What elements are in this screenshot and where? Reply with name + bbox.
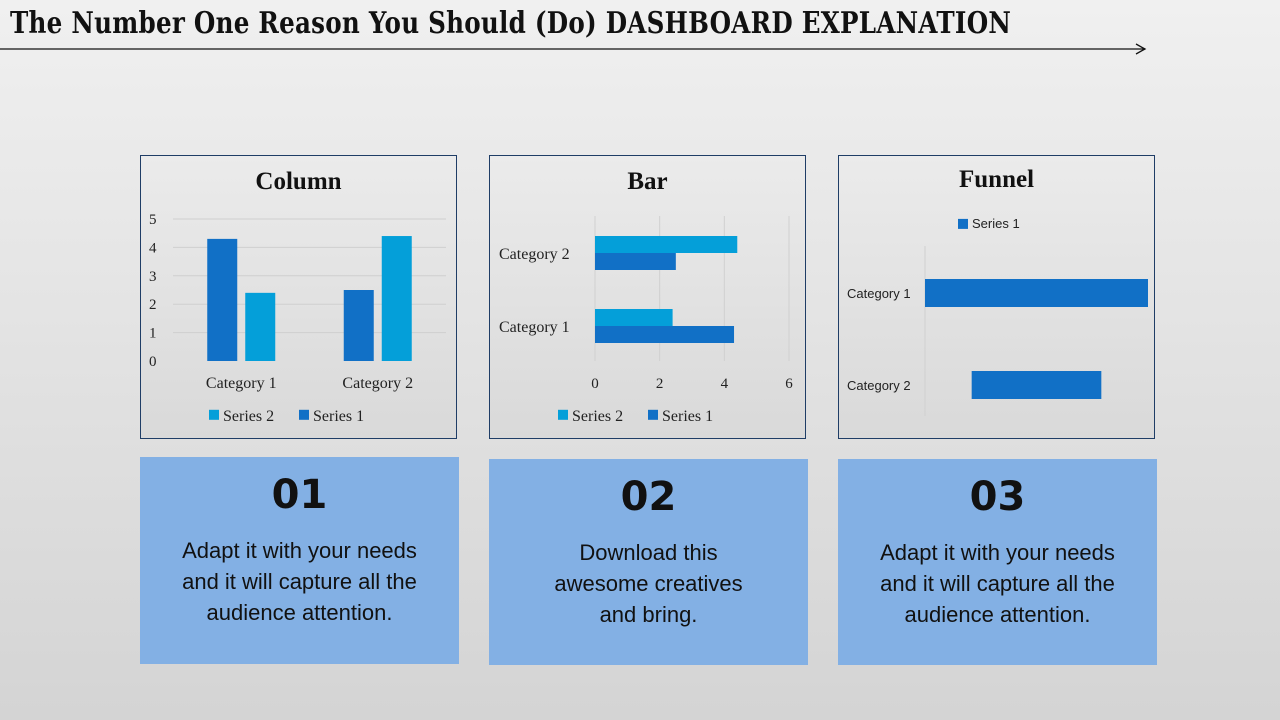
x-tick-label: 6 bbox=[785, 376, 793, 392]
title-arrow bbox=[0, 43, 1147, 55]
legend-label: Series 2 bbox=[572, 408, 623, 425]
y-tick-label: 2 bbox=[149, 297, 157, 313]
y-category-label: Category 1 bbox=[847, 286, 911, 301]
y-category-label: Category 2 bbox=[499, 246, 570, 263]
page-title: The Number One Reason You Should (Do) DA… bbox=[10, 6, 1012, 41]
legend-swatch-series-2 bbox=[558, 409, 568, 420]
legend-label: Series 1 bbox=[662, 408, 713, 425]
bar-series-2 bbox=[595, 309, 673, 326]
x-tick-label: 4 bbox=[721, 376, 729, 392]
column-bar-series-1 bbox=[207, 238, 238, 361]
card-02: 02 Download this awesome creatives and b… bbox=[489, 459, 808, 665]
bar-chart: 0 2 4 6 Category 1 Category 2 Series 2 Series 1 bbox=[499, 216, 793, 425]
card-03: 03 Adapt it with your needs and it will … bbox=[838, 459, 1157, 665]
legend-label: Series 2 bbox=[223, 408, 274, 425]
bar-series-1 bbox=[595, 253, 676, 270]
bar-chart-panel: Bar 0 2 4 6 Category 1 Category 2 Series 2 Seri… bbox=[489, 155, 806, 439]
x-tick-label: 2 bbox=[656, 376, 664, 392]
x-category-label: Category 1 bbox=[206, 375, 277, 392]
card-number: 02 bbox=[620, 474, 677, 520]
legend-swatch-series-1 bbox=[648, 409, 658, 420]
column-bar-series-2 bbox=[381, 236, 412, 361]
column-chart-panel: Column 0 1 2 3 4 5 Category 1 Category 2 Series … bbox=[140, 155, 457, 439]
legend-swatch-series-1 bbox=[299, 409, 309, 420]
column-chart: 0 1 2 3 4 5 Category 1 Category 2 Series 2 Series… bbox=[149, 212, 446, 425]
y-tick-label: 4 bbox=[149, 240, 157, 256]
x-category-label: Category 2 bbox=[342, 375, 413, 392]
y-tick-label: 3 bbox=[149, 269, 157, 285]
column-bar-series-2 bbox=[245, 292, 276, 361]
y-tick-label: 1 bbox=[149, 326, 157, 342]
y-tick-label: 5 bbox=[149, 212, 157, 228]
card-number: 03 bbox=[969, 474, 1026, 520]
card-text: Adapt it with your needs and it will cap… bbox=[182, 538, 417, 625]
funnel-bar bbox=[925, 279, 1148, 307]
bar-series-1 bbox=[595, 326, 735, 343]
bar-series-2 bbox=[595, 236, 738, 253]
x-tick-label: 0 bbox=[591, 376, 599, 392]
card-text: Download this awesome creatives and brin… bbox=[554, 540, 743, 627]
funnel-chart: Series 1 Category 1 Category 2 bbox=[847, 216, 1148, 416]
legend-label: Series 1 bbox=[972, 216, 1020, 231]
card-01: 01 Adapt it with your needs and it will … bbox=[140, 457, 459, 664]
column-bar-series-1 bbox=[343, 290, 374, 361]
legend-label: Series 1 bbox=[313, 408, 364, 425]
legend-swatch-series-1 bbox=[958, 218, 968, 229]
card-text: Adapt it with your needs and it will cap… bbox=[880, 540, 1115, 627]
y-category-label: Category 2 bbox=[847, 378, 911, 393]
y-category-label: Category 1 bbox=[499, 319, 570, 336]
legend-swatch-series-2 bbox=[209, 409, 219, 420]
funnel-bar bbox=[971, 371, 1102, 399]
y-tick-label: 0 bbox=[149, 354, 157, 370]
card-number: 01 bbox=[271, 472, 328, 518]
funnel-chart-panel: Funnel Series 1 Category 1 Category 2 bbox=[838, 155, 1155, 439]
